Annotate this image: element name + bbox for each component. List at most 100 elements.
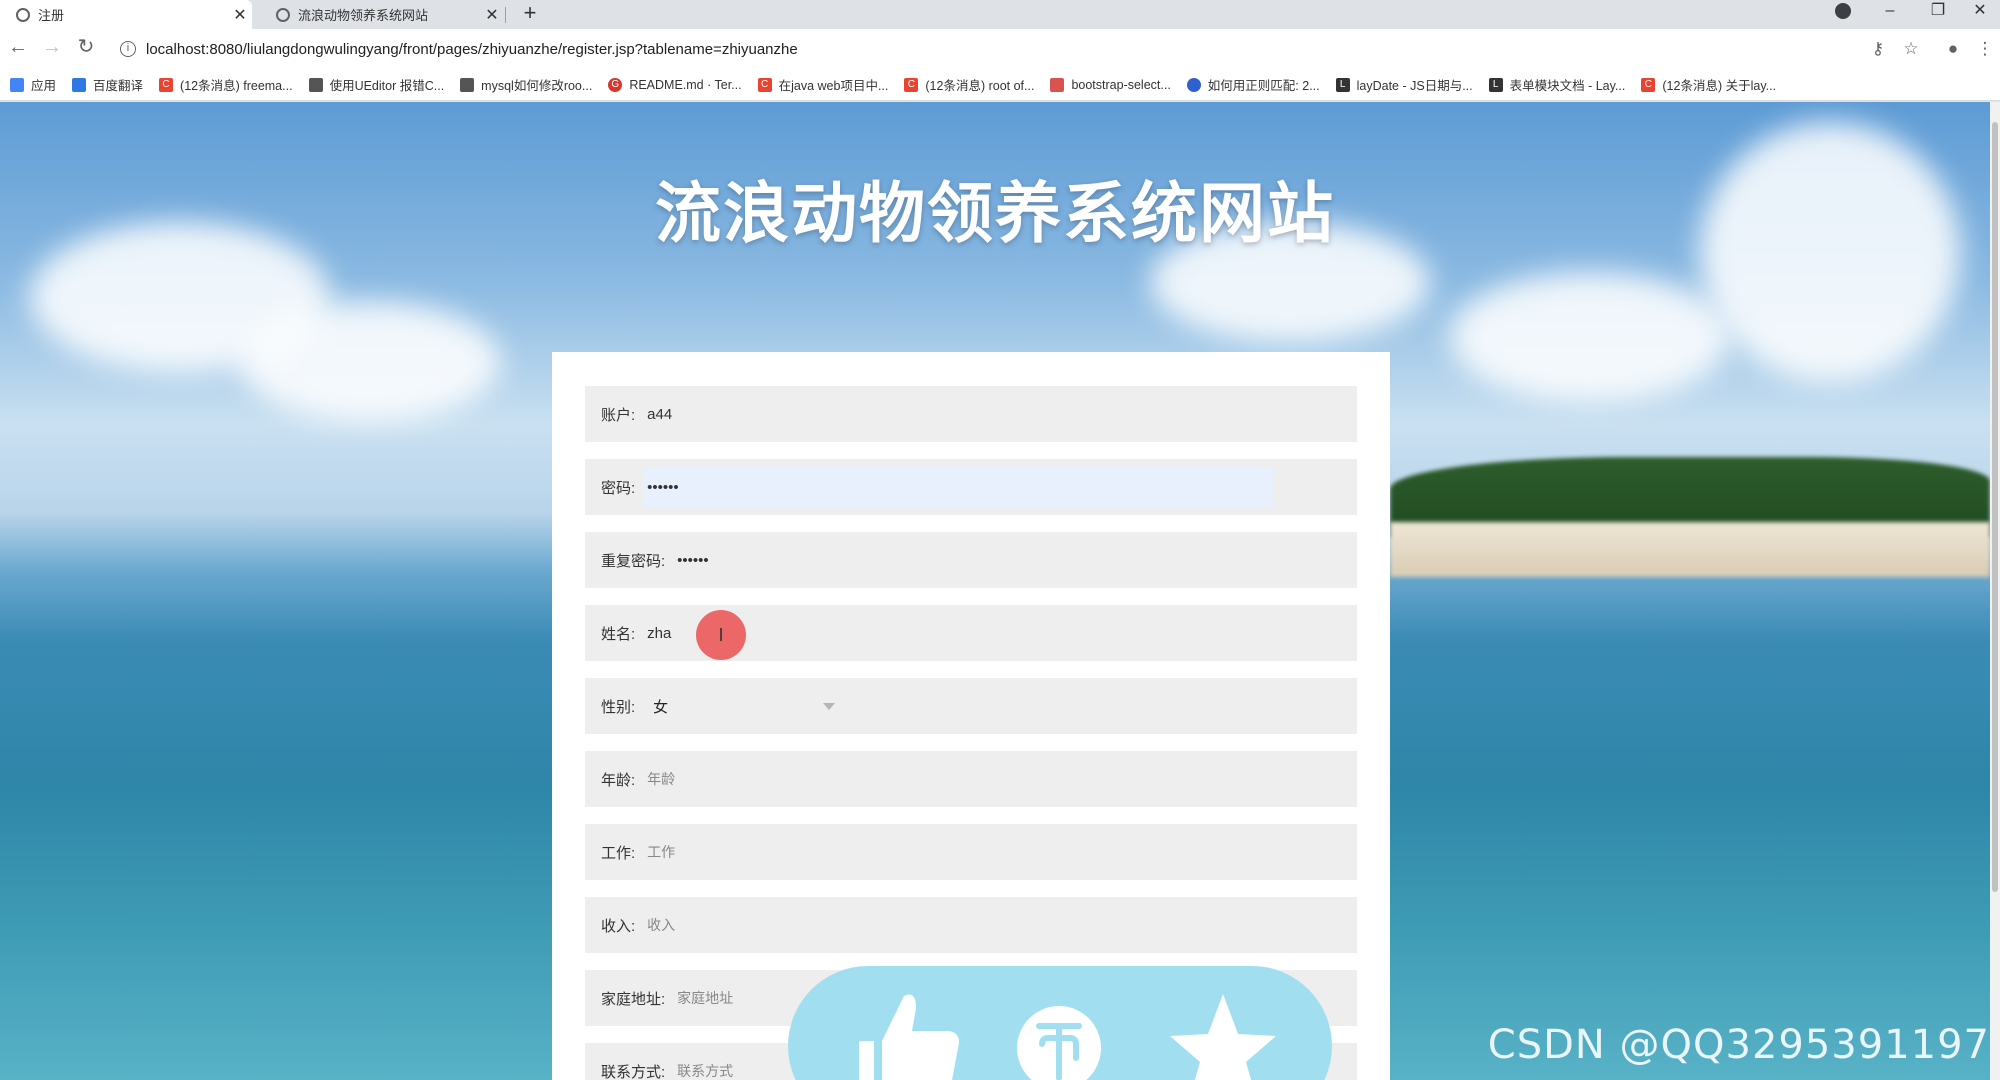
- bookmark-label: (12条消息) freema...: [180, 79, 293, 93]
- watermark: CSDN @QQ3295391197: [1487, 1022, 1990, 1068]
- gitee-icon: G: [608, 77, 623, 92]
- bookmarks-bar: 应用 百度翻译 C (12条消息) freema... 使用UEditor 报错…: [0, 69, 2000, 101]
- close-icon[interactable]: ✕: [228, 5, 252, 25]
- menu-icon[interactable]: ⋮: [1975, 39, 1995, 59]
- repeat-password-label: 重复密码:: [601, 552, 666, 570]
- password-input[interactable]: [643, 467, 1274, 507]
- site-icon: [308, 77, 323, 92]
- scrollbar-thumb[interactable]: [1992, 122, 1998, 892]
- coin-icon[interactable]: [1014, 986, 1104, 1080]
- thumbs-up-icon[interactable]: [854, 986, 964, 1080]
- bookmark-item[interactable]: L 表单模块文档 - Lay...: [1488, 75, 1626, 94]
- bookmark-item[interactable]: 使用UEditor 报错C...: [308, 75, 445, 94]
- forward-button[interactable]: →: [40, 35, 64, 59]
- minimize-button[interactable]: –: [1870, 0, 1910, 29]
- repeat-password-input[interactable]: [677, 540, 1278, 580]
- bookmark-label: 在java web项目中...: [778, 79, 889, 93]
- gender-select[interactable]: 女: [653, 696, 823, 717]
- tab-separator: [505, 7, 506, 23]
- close-icon[interactable]: ✕: [480, 5, 504, 25]
- url-text[interactable]: localhost:8080/liulangdongwulingyang/fro…: [146, 41, 798, 58]
- settings-icon: [276, 7, 290, 22]
- tab-register[interactable]: 注册 ✕: [0, 0, 252, 29]
- bookmark-item[interactable]: C (12条消息) root of...: [904, 75, 1034, 94]
- bookmark-label: layDate - JS日期与...: [1356, 79, 1473, 93]
- site-icon: [1050, 77, 1065, 92]
- tab-title: 流浪动物领养系统网站: [298, 8, 429, 23]
- bookmark-label: (12条消息) 关于lay...: [1662, 79, 1777, 93]
- browser-toolbar: ← → ↻ i localhost:8080/liulangdongwuling…: [0, 29, 2000, 69]
- key-icon[interactable]: ⚷: [1868, 39, 1888, 59]
- account-row: 账户:: [585, 386, 1357, 442]
- contact-label: 联系方式:: [601, 1063, 666, 1080]
- account-icon[interactable]: ●: [1943, 39, 1963, 59]
- restore-button[interactable]: ❐: [1918, 0, 1958, 29]
- back-button[interactable]: ←: [6, 35, 30, 59]
- gender-row: 性别: 女: [585, 678, 1357, 734]
- income-row: 收入:: [585, 897, 1357, 953]
- job-input[interactable]: [647, 832, 1248, 872]
- job-label: 工作:: [601, 844, 636, 862]
- job-row: 工作:: [585, 824, 1357, 880]
- star-bookmark-icon[interactable]: ☆: [1901, 39, 1921, 59]
- bookmark-label: 应用: [31, 79, 57, 93]
- csdn-icon: C: [1641, 77, 1656, 92]
- account-label: 账户:: [601, 406, 636, 424]
- repeat-password-row: 重复密码:: [585, 532, 1357, 588]
- bookmark-item[interactable]: L layDate - JS日期与...: [1335, 75, 1473, 94]
- csdn-icon: C: [159, 77, 174, 92]
- layui-icon: L: [1335, 77, 1350, 92]
- bookmark-item[interactable]: C (12条消息) 关于lay...: [1641, 75, 1776, 94]
- page-scrollbar[interactable]: [1990, 102, 2000, 1080]
- income-input[interactable]: [647, 905, 1248, 945]
- bookmark-label: mysql如何修改roo...: [481, 79, 593, 93]
- account-input[interactable]: [647, 394, 1248, 434]
- bookmark-item[interactable]: G README.md · Ter...: [608, 77, 742, 92]
- bookmark-label: 表单模块文档 - Lay...: [1509, 79, 1626, 93]
- star-icon[interactable]: [1168, 986, 1278, 1080]
- name-label: 姓名:: [601, 625, 636, 643]
- layui-icon: L: [1488, 77, 1503, 92]
- site-icon: [460, 77, 475, 92]
- globe-icon: [16, 7, 30, 22]
- profile-menu-icon[interactable]: [1835, 3, 1851, 19]
- bookmark-apps[interactable]: 应用: [10, 75, 56, 94]
- window-close-button[interactable]: ✕: [1960, 0, 2000, 29]
- tab-strip: 注册 ✕ 流浪动物领养系统网站 ✕ + – ❐ ✕: [0, 0, 2000, 29]
- background-beach: [1390, 522, 1990, 577]
- new-tab-button[interactable]: +: [518, 2, 542, 26]
- bookmark-label: 如何用正则匹配: 2...: [1207, 79, 1320, 93]
- bookmark-item[interactable]: C (12条消息) freema...: [159, 75, 293, 94]
- age-label: 年龄:: [601, 771, 636, 789]
- password-label: 密码:: [601, 479, 636, 497]
- reload-button[interactable]: ↻: [74, 35, 98, 59]
- cursor-highlight: I: [696, 610, 746, 660]
- apps-grid-icon: [10, 77, 24, 92]
- page-title: 流浪动物领养系统网站: [655, 176, 1335, 250]
- bookmark-label: 使用UEditor 报错C...: [329, 79, 445, 93]
- bookmark-item[interactable]: 如何用正则匹配: 2...: [1186, 75, 1320, 94]
- gender-label: 性别:: [601, 698, 636, 716]
- baidu-translate-icon: [72, 77, 87, 92]
- tab-site[interactable]: 流浪动物领养系统网站 ✕: [260, 0, 504, 29]
- tab-title: 注册: [38, 8, 65, 23]
- address-label: 家庭地址:: [601, 990, 666, 1008]
- age-input[interactable]: [647, 759, 1248, 799]
- bookmark-item[interactable]: mysql如何修改roo...: [460, 75, 592, 94]
- baidu-paw-icon: [1186, 77, 1201, 92]
- bookmark-item[interactable]: C 在java web项目中...: [757, 75, 889, 94]
- address-bar[interactable]: i localhost:8080/liulangdongwulingyang/f…: [110, 33, 1980, 65]
- background-cloud: [1450, 272, 1730, 402]
- password-row: 密码:: [585, 459, 1357, 515]
- bookmark-item[interactable]: bootstrap-select...: [1050, 77, 1171, 92]
- bookmark-label: 百度翻译: [93, 79, 144, 93]
- income-label: 收入:: [601, 917, 636, 935]
- background-cloud: [240, 302, 500, 422]
- chevron-down-icon[interactable]: [823, 702, 836, 710]
- age-row: 年龄:: [585, 751, 1357, 807]
- bookmark-label: bootstrap-select...: [1071, 77, 1171, 92]
- csdn-icon: C: [904, 77, 919, 92]
- info-icon[interactable]: i: [120, 41, 136, 57]
- bookmark-item[interactable]: 百度翻译: [72, 75, 143, 94]
- bookmark-label: (12条消息) root of...: [925, 79, 1035, 93]
